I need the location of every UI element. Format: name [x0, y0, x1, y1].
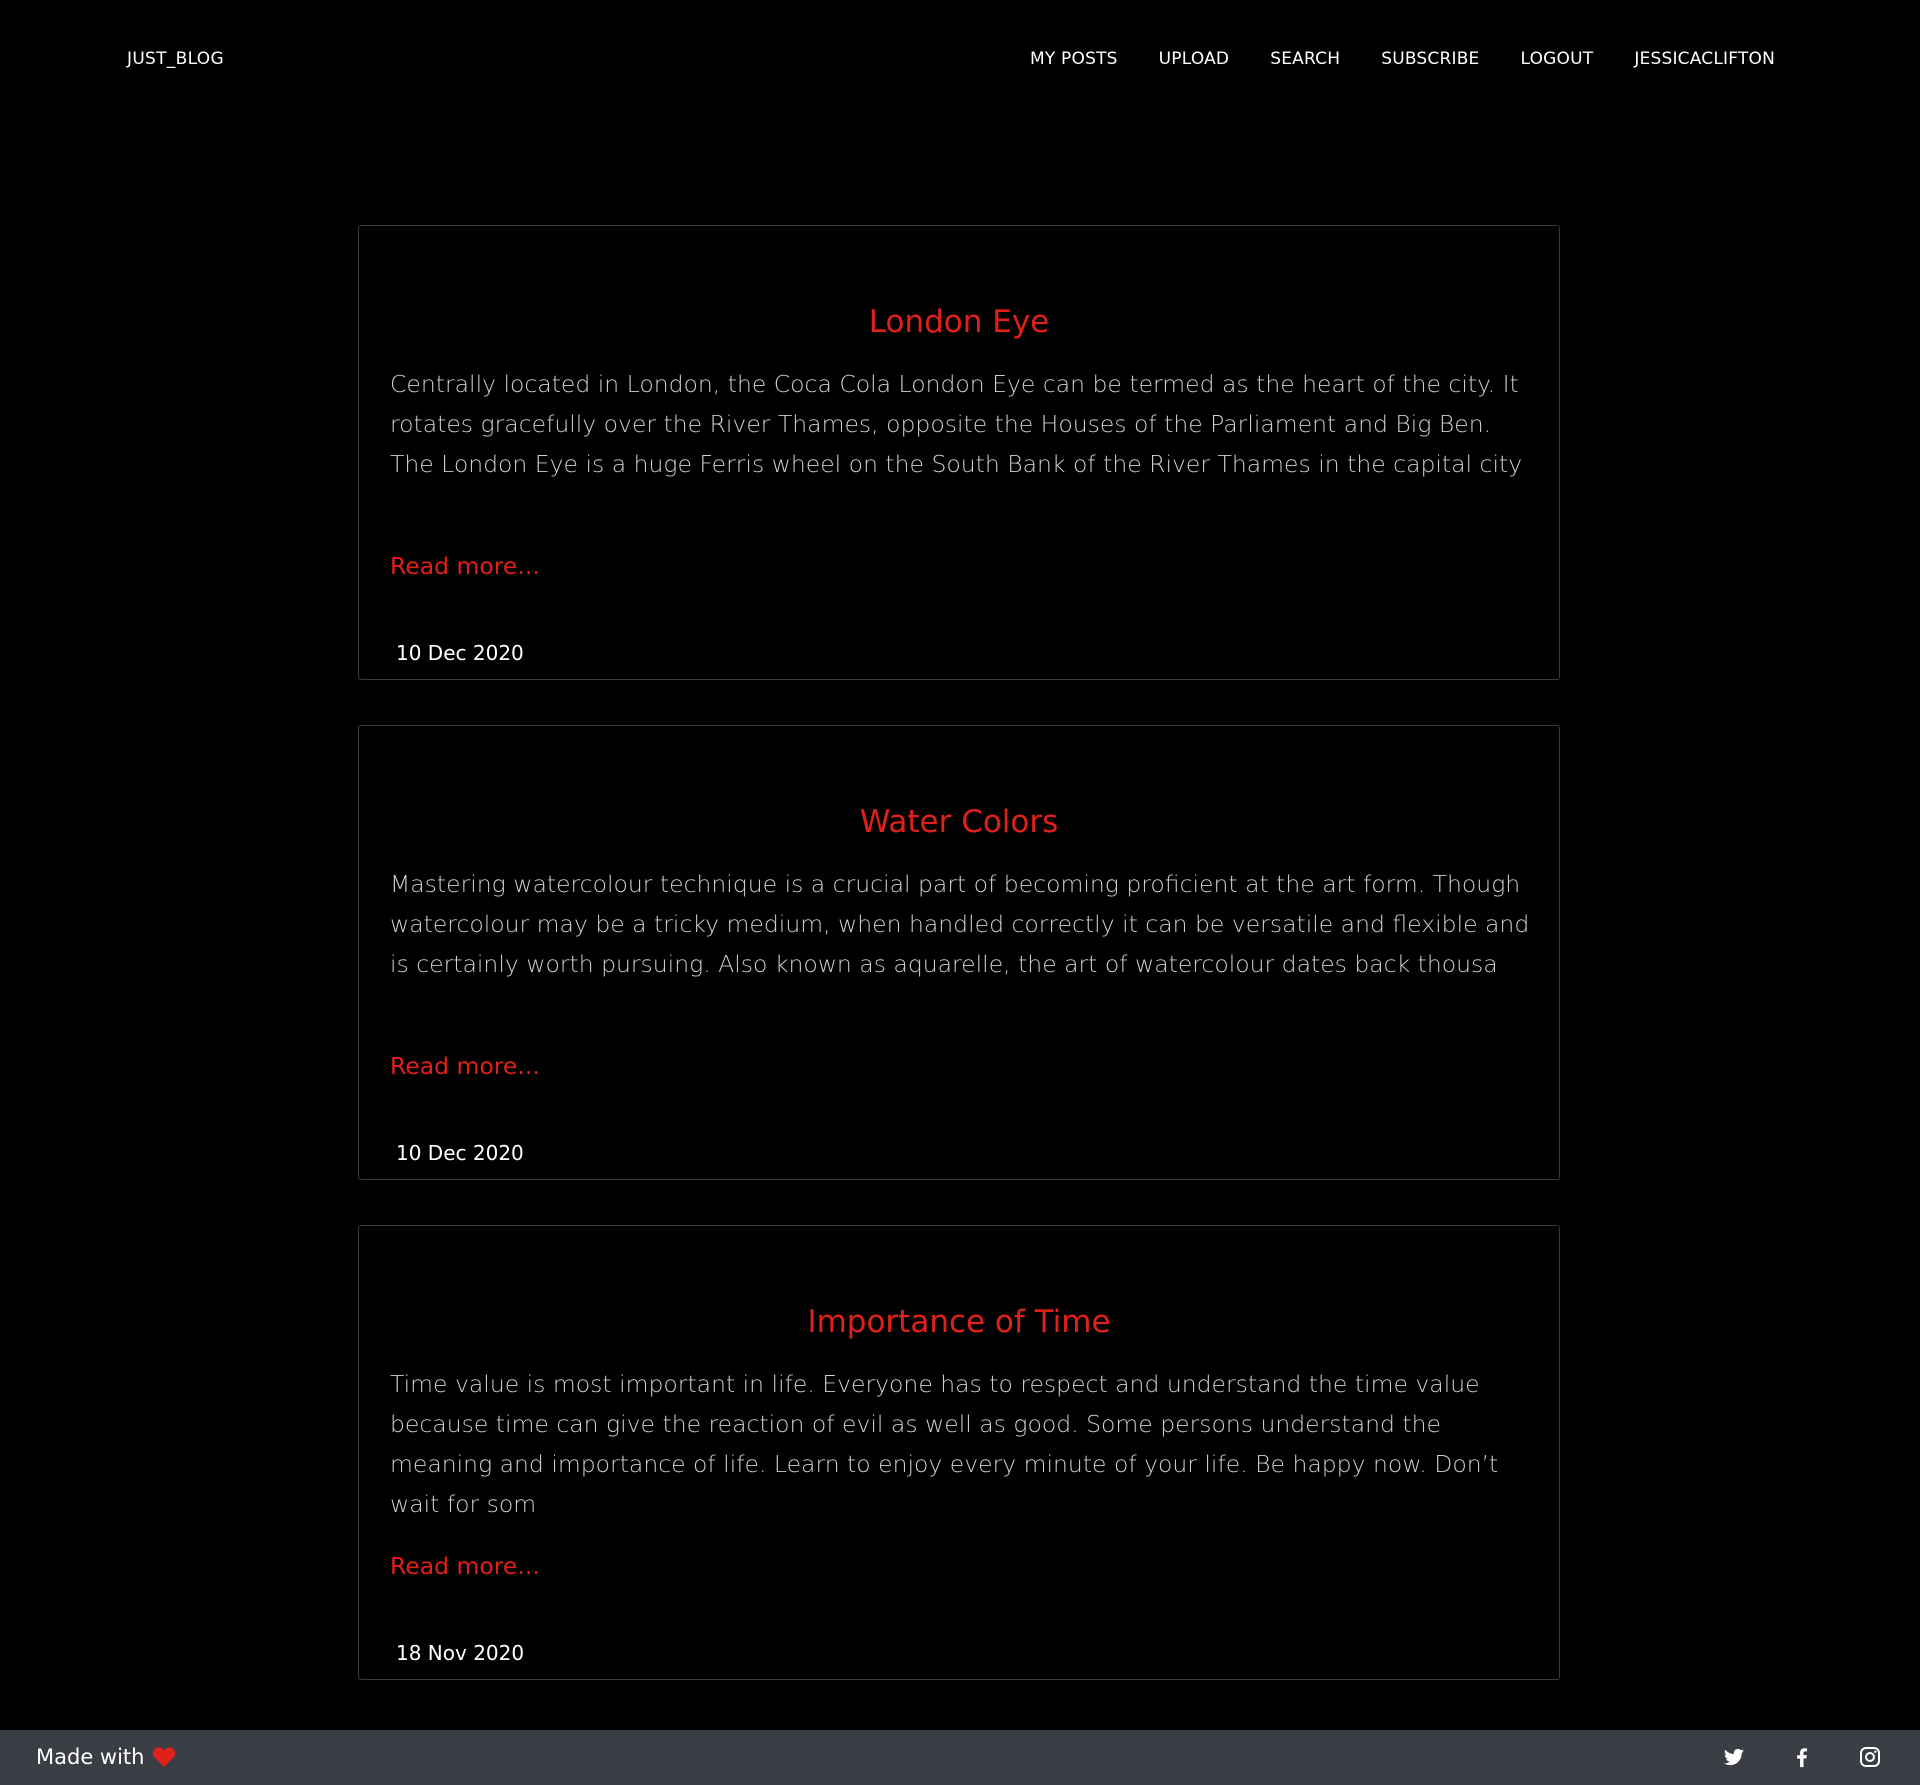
- facebook-icon[interactable]: [1790, 1745, 1814, 1769]
- nav-subscribe[interactable]: SUBSCRIBE: [1381, 49, 1479, 69]
- nav-upload[interactable]: UPLOAD: [1159, 49, 1230, 69]
- post-excerpt: Mastering watercolour technique is a cru…: [390, 870, 1530, 978]
- post-card: Importance of Time Time value is most im…: [358, 1225, 1560, 1680]
- read-more-link[interactable]: Read more...: [390, 1052, 540, 1080]
- nav-my-posts[interactable]: MY POSTS: [1030, 49, 1118, 69]
- nav-links: MY POSTS UPLOAD SEARCH SUBSCRIBE LOGOUT …: [1030, 49, 1775, 69]
- post-excerpt: Time value is most important in life. Ev…: [390, 1370, 1499, 1518]
- social-links: [1722, 1745, 1882, 1769]
- post-card: London Eye Centrally located in London, …: [358, 225, 1560, 680]
- read-more-link[interactable]: Read more...: [390, 552, 540, 580]
- post-date: 10 Dec 2020: [396, 641, 524, 665]
- nav-user-profile[interactable]: JESSICACLIFTON: [1634, 49, 1775, 69]
- post-title[interactable]: London Eye: [359, 304, 1559, 340]
- brand-logo[interactable]: JUST_BLOG: [127, 49, 224, 69]
- post-excerpt: Centrally located in London, the Coca Co…: [390, 370, 1523, 478]
- post-card: Water Colors Mastering watercolour techn…: [358, 725, 1560, 1180]
- post-title[interactable]: Importance of Time: [359, 1304, 1559, 1340]
- heart-icon: [152, 1746, 176, 1768]
- post-list: London Eye Centrally located in London, …: [358, 225, 1562, 1725]
- nav-logout[interactable]: LOGOUT: [1521, 49, 1594, 69]
- post-date: 10 Dec 2020: [396, 1141, 524, 1165]
- footer-credit: Made with: [36, 1745, 176, 1769]
- nav-search[interactable]: SEARCH: [1270, 49, 1340, 69]
- read-more-link[interactable]: Read more...: [390, 1552, 540, 1580]
- post-title[interactable]: Water Colors: [359, 804, 1559, 840]
- post-date: 18 Nov 2020: [396, 1641, 525, 1665]
- navbar: JUST_BLOG MY POSTS UPLOAD SEARCH SUBSCRI…: [0, 0, 1920, 122]
- made-with-text: Made with: [36, 1745, 145, 1769]
- twitter-icon[interactable]: [1722, 1745, 1746, 1769]
- instagram-icon[interactable]: [1858, 1745, 1882, 1769]
- footer: Made with: [0, 1730, 1920, 1785]
